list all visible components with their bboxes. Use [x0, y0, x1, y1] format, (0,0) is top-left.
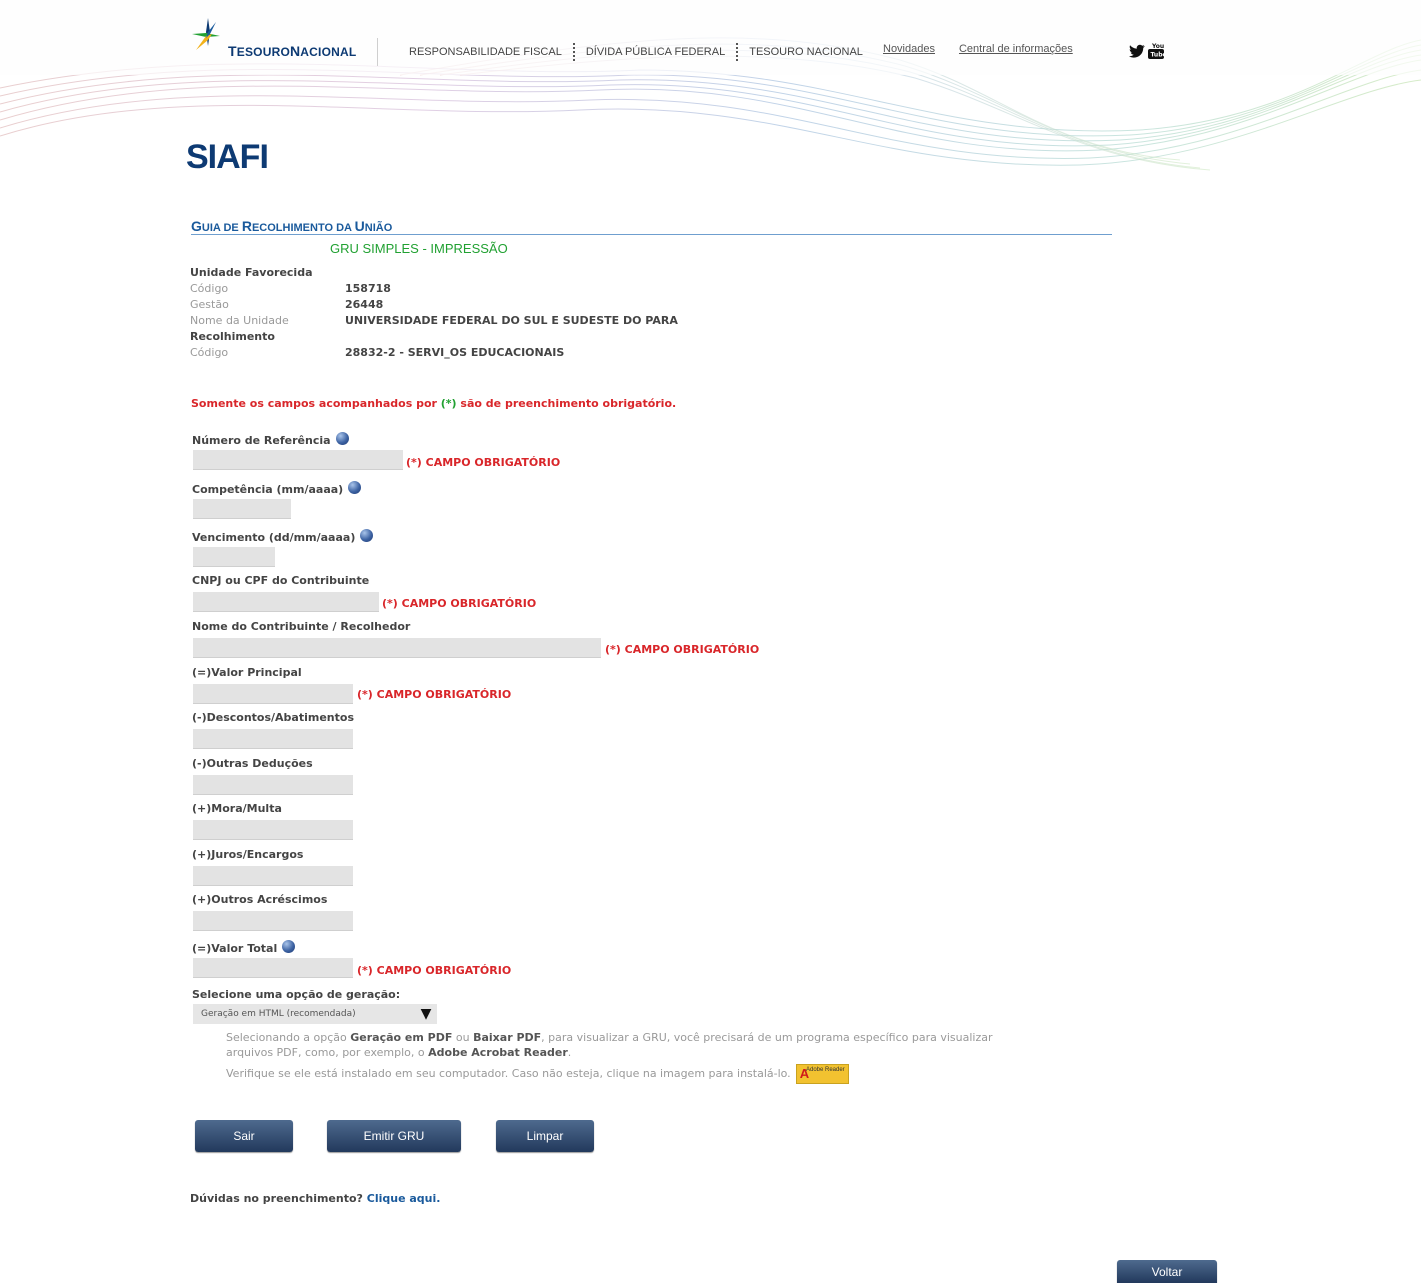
required-fields-notice: Somente os campos acompanhados por (*) s…	[191, 397, 677, 410]
logo-text: TESOURONACIONAL	[228, 43, 357, 59]
duvidas-text: Dúvidas no preenchimento? Clique aqui.	[190, 1192, 441, 1205]
geracao-select[interactable]: Geração em HTML (recomendada) ▼	[193, 1004, 437, 1024]
nav-divida-publica[interactable]: DÍVIDA PÚBLICA FEDERAL	[586, 46, 725, 58]
competencia-input[interactable]	[193, 499, 291, 519]
help-icon[interactable]	[360, 529, 374, 542]
sair-button[interactable]: Sair	[195, 1120, 293, 1152]
title-underline	[191, 234, 1112, 235]
label-outros-acrescimos: (+)Outros Acréscimos	[192, 893, 328, 906]
label-descontos: (-)Descontos/Abatimentos	[192, 711, 355, 724]
link-central-informacoes[interactable]: Central de informações	[959, 43, 1073, 55]
valor-total-input[interactable]	[193, 958, 353, 978]
geracao-selected-value: Geração em HTML (recomendada)	[201, 1009, 356, 1019]
tesouro-nacional-logo[interactable]: TESOURONACIONAL	[188, 16, 368, 62]
label-cnpj-cpf: CNPJ ou CPF do Contribuinte	[192, 574, 370, 587]
label-valor-total: (=)Valor Total	[192, 940, 296, 955]
top-links: Novidades Central de informações	[883, 43, 1073, 55]
recolhimento-heading: Recolhimento	[190, 330, 275, 343]
label-numero-referencia: Número de Referência	[192, 432, 349, 447]
unidade-gestao-label: Gestão	[190, 298, 229, 311]
label-juros-encargos: (+)Juros/Encargos	[192, 848, 304, 861]
svg-text:Tube: Tube	[1151, 52, 1165, 59]
valor-principal-input[interactable]	[193, 684, 353, 704]
gru-title: GUIA DE RECOLHIMENTO DA UNIÃO	[191, 218, 393, 234]
label-outras-deducoes: (-)Outras Deduções	[192, 757, 313, 770]
help-text-line1: Selecionando a opção Geração em PDF ou B…	[226, 1031, 993, 1044]
required-indicator: (*) CAMPO OBRIGATÓRIO	[406, 456, 561, 469]
help-icon[interactable]	[348, 481, 362, 494]
youtube-icon[interactable]: You Tube	[1148, 42, 1164, 60]
clique-aqui-link[interactable]: Clique aqui.	[367, 1192, 441, 1205]
cnpj-cpf-input[interactable]	[193, 592, 379, 612]
unidade-heading: Unidade Favorecida	[190, 266, 313, 279]
label-valor-principal: (=)Valor Principal	[192, 666, 302, 679]
gru-subtitle: GRU SIMPLES - IMPRESSÃO	[330, 241, 508, 256]
label-competencia: Competência (mm/aaaa)	[192, 481, 362, 496]
adobe-brand-text: Adobe Reader	[805, 1067, 845, 1073]
top-navigation: RESPONSABILIDADE FISCAL DÍVIDA PÚBLICA F…	[409, 43, 863, 61]
recolhimento-codigo-label: Código	[190, 346, 229, 359]
help-text-line2: arquivos PDF, como, por exemplo, o Adobe…	[226, 1046, 572, 1059]
unidade-gestao-value: 26448	[345, 298, 384, 311]
outras-deducoes-input[interactable]	[193, 775, 353, 795]
label-mora-multa: (+)Mora/Multa	[192, 802, 282, 815]
juros-encargos-input[interactable]	[193, 866, 353, 886]
unidade-codigo-value: 158718	[345, 282, 391, 295]
nav-separator	[572, 43, 575, 61]
header-divider	[377, 38, 378, 66]
help-icon[interactable]	[282, 940, 296, 953]
svg-text:You: You	[1151, 43, 1164, 50]
link-novidades[interactable]: Novidades	[883, 43, 935, 55]
vencimento-input[interactable]	[193, 547, 275, 567]
label-nome-contribuinte: Nome do Contribuinte / Recolhedor	[192, 620, 411, 633]
voltar-button[interactable]: Voltar	[1117, 1260, 1217, 1283]
unidade-nome-value: UNIVERSIDADE FEDERAL DO SUL E SUDESTE DO…	[345, 314, 678, 327]
recolhimento-codigo-value: 28832-2 - SERVI_OS EDUCACIONAIS	[345, 346, 565, 359]
required-indicator: (*) CAMPO OBRIGATÓRIO	[357, 964, 512, 977]
social-icons: You Tube	[1129, 42, 1164, 60]
label-opcao-geracao: Selecione uma opção de geração:	[192, 988, 401, 1001]
nome-contribuinte-input[interactable]	[193, 638, 601, 658]
limpar-button[interactable]: Limpar	[496, 1120, 594, 1152]
outros-acrescimos-input[interactable]	[193, 911, 353, 931]
page-title: SIAFI	[186, 138, 269, 176]
required-indicator: (*) CAMPO OBRIGATÓRIO	[605, 643, 760, 656]
star-logo-icon	[192, 18, 220, 50]
twitter-icon[interactable]	[1129, 44, 1145, 58]
unidade-codigo-label: Código	[190, 282, 229, 295]
nav-separator	[736, 43, 739, 61]
mora-multa-input[interactable]	[193, 820, 353, 840]
numero-referencia-input[interactable]	[193, 450, 403, 470]
required-indicator: (*) CAMPO OBRIGATÓRIO	[357, 688, 512, 701]
descontos-input[interactable]	[193, 729, 353, 749]
help-icon[interactable]	[335, 432, 349, 445]
required-indicator: (*) CAMPO OBRIGATÓRIO	[382, 597, 537, 610]
label-vencimento: Vencimento (dd/mm/aaaa)	[192, 529, 374, 544]
unidade-nome-label: Nome da Unidade	[190, 314, 289, 327]
nav-tesouro-nacional[interactable]: TESOURO NACIONAL	[749, 46, 863, 58]
nav-responsabilidade-fiscal[interactable]: RESPONSABILIDADE FISCAL	[409, 46, 562, 58]
help-text-line3: Verifique se ele está instalado em seu c…	[226, 1064, 849, 1084]
chevron-down-icon: ▼	[420, 1006, 432, 1022]
adobe-reader-badge[interactable]: A Adobe Reader	[795, 1064, 849, 1084]
emitir-gru-button[interactable]: Emitir GRU	[327, 1120, 461, 1152]
